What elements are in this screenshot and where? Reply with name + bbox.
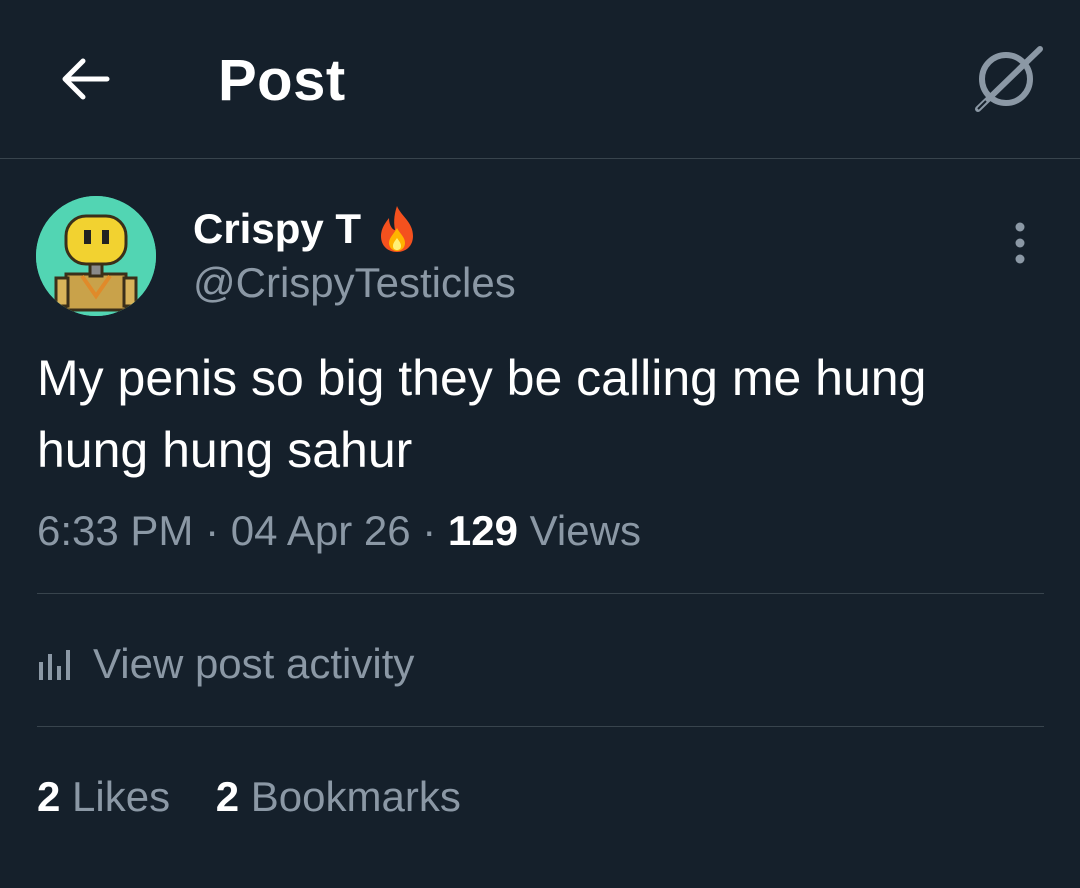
- author-name-text: Crispy T: [193, 205, 362, 252]
- arrow-left-icon: [62, 58, 110, 100]
- robot-avatar-icon: [36, 196, 156, 316]
- more-vertical-icon: [1015, 222, 1025, 264]
- author-handle[interactable]: @CrispyTesticles: [193, 258, 516, 308]
- post-text: My penis so big they be calling me hung …: [37, 350, 927, 478]
- back-button[interactable]: [50, 44, 120, 114]
- likes-label: Likes: [72, 773, 171, 820]
- post-date: 04 Apr 26: [230, 507, 411, 554]
- divider: [37, 726, 1044, 727]
- author-display-name[interactable]: Crispy T: [193, 204, 419, 254]
- post-meta: 6:33 PM · 04 Apr 26 · 129 Views: [37, 505, 641, 557]
- post-stats: 2 Likes 2 Bookmarks: [37, 770, 495, 824]
- grok-button[interactable]: [965, 38, 1049, 118]
- grok-icon: [975, 46, 1043, 112]
- meta-separator: ·: [205, 507, 220, 554]
- fire-icon: [375, 204, 419, 254]
- bar-chart-icon: [37, 646, 73, 682]
- more-options-button[interactable]: [995, 218, 1045, 268]
- bookmarks-label: Bookmarks: [250, 773, 461, 820]
- view-post-activity-button[interactable]: View post activity: [37, 636, 414, 692]
- bookmarks-stat[interactable]: 2 Bookmarks: [216, 773, 461, 820]
- page-title: Post: [218, 48, 346, 113]
- top-bar: Post: [0, 0, 1080, 159]
- likes-count: 2: [37, 773, 61, 820]
- avatar[interactable]: [36, 196, 156, 316]
- views-label: Views: [529, 507, 641, 554]
- view-post-activity-label: View post activity: [93, 640, 415, 687]
- views-count: 129: [447, 507, 518, 554]
- bookmarks-count: 2: [215, 773, 240, 820]
- post-time: 6:33 PM: [37, 507, 194, 554]
- likes-stat[interactable]: 2 Likes: [37, 773, 182, 820]
- divider: [37, 593, 1044, 594]
- meta-separator: ·: [422, 507, 437, 554]
